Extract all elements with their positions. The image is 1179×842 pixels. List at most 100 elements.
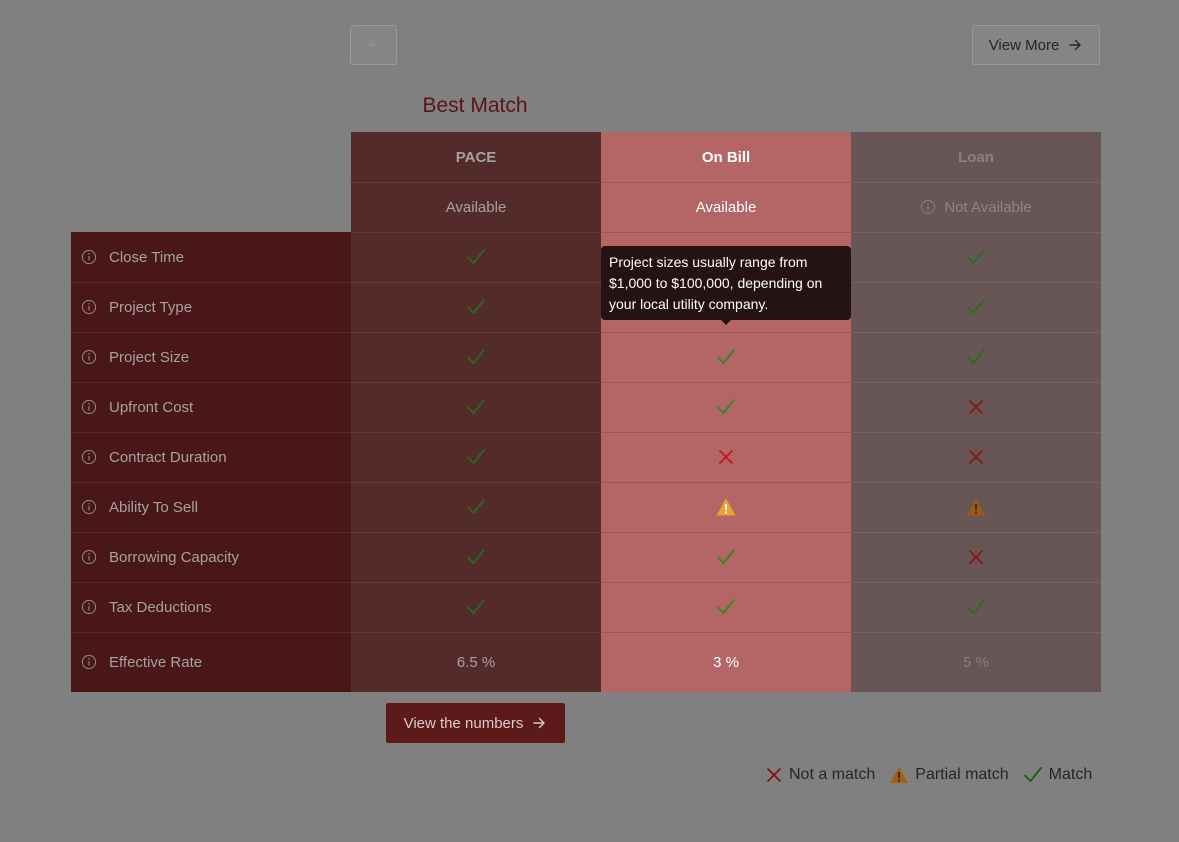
effective-rate-value: 6.5 % (456, 653, 496, 671)
row-divider (601, 182, 851, 183)
arrow-right-icon (1069, 39, 1081, 51)
match-cell (351, 432, 601, 482)
row-divider (71, 532, 351, 533)
criteria-label: Tax Deductions (109, 598, 212, 616)
match-cell (351, 282, 601, 332)
match-cell (601, 332, 851, 382)
back-button[interactable] (350, 25, 397, 65)
info-icon[interactable] (81, 549, 97, 565)
x-icon (969, 400, 983, 414)
info-icon[interactable] (81, 499, 97, 515)
effective-rate-value: 5 % (963, 653, 989, 671)
x-icon (767, 768, 781, 782)
availability-text: Available (695, 198, 757, 216)
match-cell (601, 382, 851, 432)
warning-icon (716, 498, 736, 516)
match-cell (601, 532, 851, 582)
criteria-row[interactable]: Contract Duration (71, 432, 351, 482)
row-divider (351, 182, 601, 183)
check-icon (717, 399, 735, 414)
match-cell (351, 332, 601, 382)
match-cell (851, 332, 1101, 382)
x-icon (969, 550, 983, 564)
info-icon[interactable] (920, 199, 936, 215)
row-divider (71, 582, 351, 583)
criteria-label: Project Size (109, 348, 190, 366)
row-divider (71, 382, 351, 383)
arrow-right-icon (533, 717, 546, 729)
criteria-row[interactable]: Ability To Sell (71, 482, 351, 532)
check-icon (467, 249, 485, 264)
match-cell (351, 382, 601, 432)
warning-icon (966, 498, 986, 516)
criteria-row[interactable]: Upfront Cost (71, 382, 351, 432)
criteria-label: Upfront Cost (109, 398, 194, 416)
view-more-label: View More (988, 36, 1060, 54)
criteria-label: Project Type (109, 298, 193, 316)
plan-name[interactable]: Loan (851, 132, 1101, 182)
plan-availability: Available (601, 182, 851, 232)
match-cell (351, 232, 601, 282)
info-icon[interactable] (81, 599, 97, 615)
plan-column-on-bill: On Bill Available 3 % (601, 132, 851, 692)
info-icon[interactable] (81, 249, 97, 265)
match-cell (601, 582, 851, 632)
x-icon (719, 450, 733, 464)
x-icon (969, 450, 983, 464)
criteria-row[interactable]: Tax Deductions (71, 582, 351, 632)
match-cell (851, 432, 1101, 482)
legend: Not a match Partial match Match (765, 762, 1100, 788)
criteria-row[interactable]: Close Time (71, 232, 351, 282)
match-cell (851, 382, 1101, 432)
criteria-label: Effective Rate (109, 653, 203, 671)
match-cell (851, 582, 1101, 632)
check-icon (467, 499, 485, 514)
match-cell (601, 432, 851, 482)
plan-column-loan: Loan Not Available 5 % (851, 132, 1101, 692)
check-icon (1023, 767, 1042, 782)
effective-rate-value: 3 % (713, 653, 739, 671)
check-icon (967, 599, 985, 614)
match-cell (851, 232, 1101, 282)
check-icon (467, 299, 485, 314)
criteria-row[interactable]: Project Type (71, 282, 351, 332)
best-match-label: Best Match (422, 94, 528, 117)
criteria-label: Contract Duration (109, 448, 227, 466)
match-cell (851, 532, 1101, 582)
info-icon[interactable] (81, 449, 97, 465)
match-cell (351, 482, 601, 532)
view-more-button[interactable]: View More (972, 25, 1100, 65)
plan-name[interactable]: On Bill (601, 132, 851, 182)
criteria-label: Close Time (109, 248, 185, 266)
criteria-row[interactable]: Project Size (71, 332, 351, 382)
plan-availability: Not Available (851, 182, 1101, 232)
check-icon (467, 449, 485, 464)
legend-not-match: Not a match (765, 766, 875, 784)
match-cell (601, 482, 851, 532)
tooltip-text: Project sizes usually range from $1,000 … (609, 254, 823, 312)
project-size-tooltip: Project sizes usually range from $1,000 … (601, 246, 851, 320)
warning-icon (890, 767, 909, 783)
availability-text: Available (445, 198, 507, 216)
info-icon[interactable] (81, 299, 97, 315)
match-cell (351, 532, 601, 582)
row-divider (851, 182, 1101, 183)
check-icon (467, 399, 485, 414)
info-icon[interactable] (81, 654, 97, 670)
check-icon (467, 599, 485, 614)
check-icon (967, 349, 985, 364)
view-the-numbers-button[interactable]: View the numbers (386, 703, 565, 743)
criteria-row[interactable]: Effective Rate (71, 632, 351, 692)
legend-match: Match (1023, 766, 1092, 784)
plan-name[interactable]: PACE (351, 132, 601, 182)
legend-partial-match: Partial match (889, 766, 1009, 784)
criteria-row[interactable]: Borrowing Capacity (71, 532, 351, 582)
row-divider (71, 332, 351, 333)
info-icon[interactable] (81, 349, 97, 365)
criteria-label: Ability To Sell (109, 498, 198, 516)
view-the-numbers-label: View the numbers (403, 714, 524, 732)
criteria-column: Close Time Project Type Project Size Upfron… (71, 232, 351, 692)
match-cell (851, 482, 1101, 532)
info-icon[interactable] (81, 399, 97, 415)
availability-text: Not Available (944, 198, 1032, 216)
